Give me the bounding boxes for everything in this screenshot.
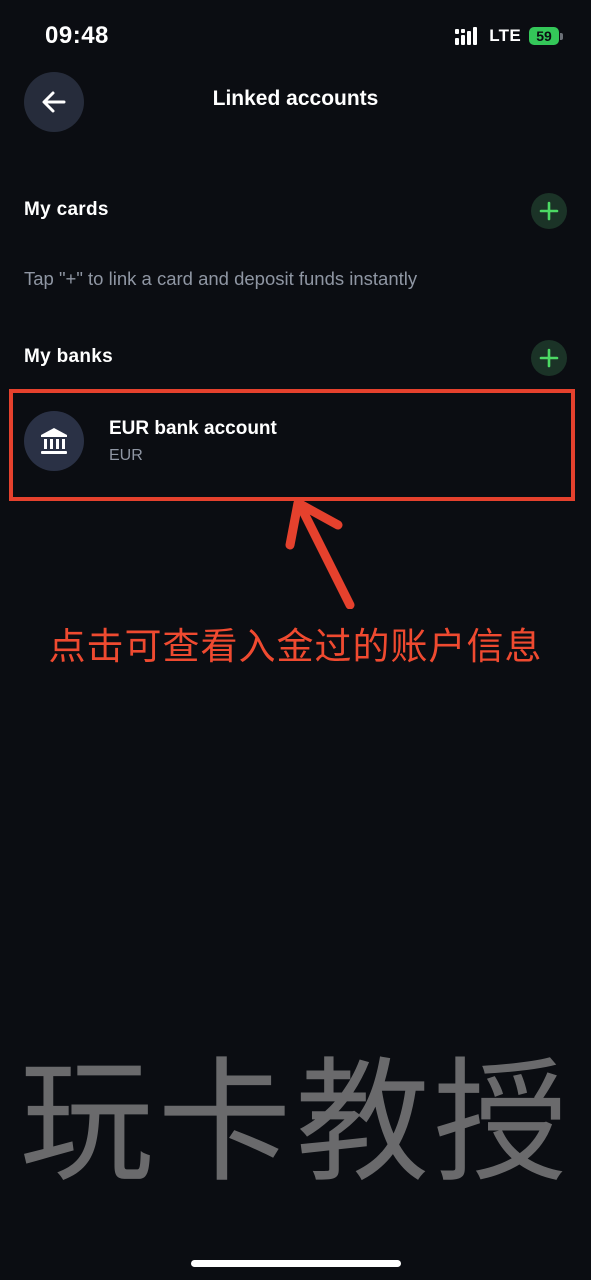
plus-icon [539, 348, 559, 368]
battery-icon: 59 [529, 27, 563, 45]
banks-section-title: My banks [24, 346, 113, 367]
watermark-text: 玩卡教授 [19, 1049, 572, 1198]
plus-icon [539, 201, 559, 221]
status-indicators: LTE 59 [455, 26, 563, 46]
cards-hint-text: Tap "+" to link a card and deposit funds… [24, 268, 418, 289]
annotation-text: 点击可查看入金过的账户信息 [48, 626, 543, 667]
page-title: Linked accounts [212, 87, 379, 110]
add-bank-button[interactable] [531, 340, 567, 376]
banks-section-header: My banks [24, 340, 567, 376]
cards-section-title: My cards [24, 199, 109, 220]
home-indicator[interactable] [191, 1260, 401, 1267]
add-card-button[interactable] [531, 193, 567, 229]
header: Linked accounts [0, 72, 591, 132]
annotation-highlight-box [9, 389, 575, 501]
annotation-arrow-icon [285, 498, 355, 609]
network-type: LTE [489, 26, 521, 45]
status-time: 09:48 [45, 22, 109, 49]
cards-section-header: My cards [24, 193, 567, 229]
battery-level: 59 [529, 27, 559, 45]
status-bar: 09:48 LTE 59 [0, 0, 591, 76]
cellular-signal-icon [455, 27, 478, 45]
